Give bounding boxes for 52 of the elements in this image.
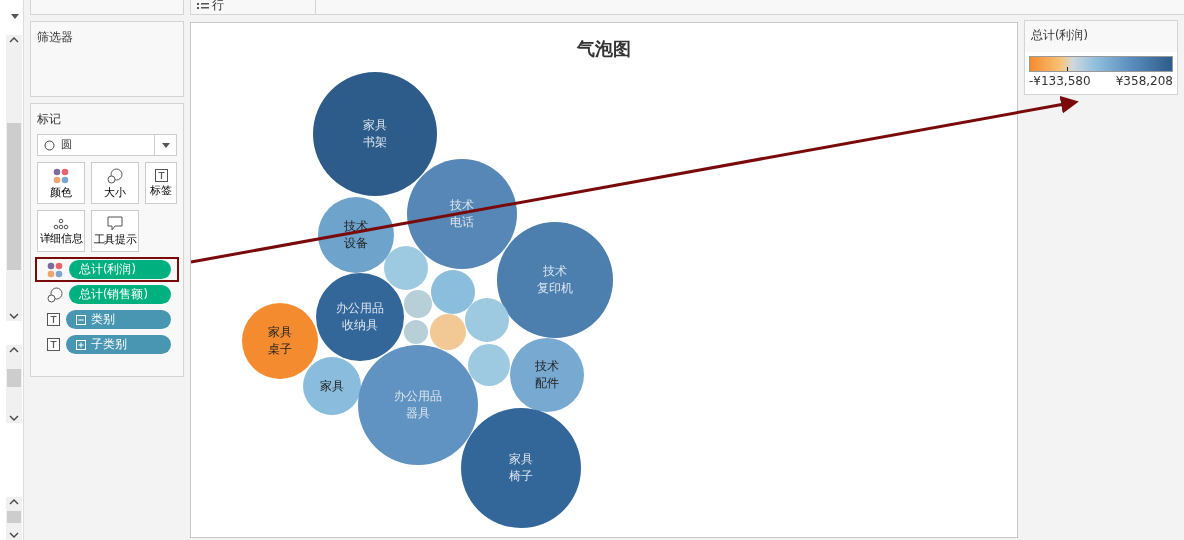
bubble-label: 技术 bbox=[450, 197, 474, 214]
legend-max-label: ¥358,208 bbox=[1115, 73, 1173, 91]
chart-title: 气泡图 bbox=[576, 37, 632, 61]
collapse-icon[interactable] bbox=[76, 314, 86, 325]
bubble-label: 家具 bbox=[320, 377, 344, 395]
scrollbar-thumb[interactable] bbox=[7, 369, 21, 388]
circle-icon bbox=[44, 139, 55, 151]
bubble-label: 技术 bbox=[344, 218, 368, 235]
color-dots-icon bbox=[47, 261, 63, 278]
bubble-label: 设备 bbox=[344, 235, 368, 252]
bubble-label: 电话 bbox=[450, 214, 474, 231]
bubble-label: 器具 bbox=[406, 405, 430, 422]
bubble-label: 桌子 bbox=[268, 341, 292, 358]
bubble-label: 技术 bbox=[535, 358, 559, 375]
legend-min-label: -¥133,580 bbox=[1029, 73, 1091, 91]
mark-card-button[interactable]: 标签 bbox=[145, 162, 177, 204]
shelf-label: 行 bbox=[212, 0, 224, 10]
mark-card-button[interactable]: 工具提示 bbox=[91, 210, 139, 252]
bubble-label: 办公用品 bbox=[336, 300, 384, 317]
bubble-label: 家具 bbox=[509, 451, 533, 468]
list-icon bbox=[197, 2, 209, 12]
dots-icon bbox=[53, 217, 69, 230]
bubble-label: 配件 bbox=[535, 375, 559, 392]
size-circles-icon bbox=[47, 286, 63, 303]
scrollbar-thumb[interactable] bbox=[7, 122, 21, 270]
bubble-label: 家具 bbox=[268, 324, 292, 341]
dropdown-caret-icon[interactable] bbox=[11, 14, 19, 19]
color-dots-icon bbox=[53, 167, 69, 184]
text-icon bbox=[47, 338, 60, 351]
expand-icon[interactable] bbox=[76, 339, 86, 350]
mark-card-button[interactable]: 颜色 bbox=[37, 162, 85, 204]
legend-title: 总计(利润) bbox=[1025, 21, 1177, 53]
bubble-label: 办公用品 bbox=[394, 388, 442, 405]
scrollbar-thumb[interactable] bbox=[7, 511, 21, 524]
scroll-down-icon[interactable] bbox=[8, 530, 20, 540]
bubble-label: 技术 bbox=[543, 263, 567, 280]
speech-bubble-icon bbox=[107, 216, 123, 232]
bubble-label: 复印机 bbox=[537, 280, 573, 297]
bubble-label: 书架 bbox=[363, 134, 387, 151]
mark-card-button[interactable]: 详细信息 bbox=[37, 210, 85, 252]
bubble-label: 家具 bbox=[363, 117, 387, 134]
filters-title: 筛选器 bbox=[36, 29, 74, 46]
bubble-label: 椅子 bbox=[509, 468, 533, 485]
text-icon bbox=[154, 169, 168, 183]
caret-icon bbox=[161, 142, 170, 148]
marks-title: 标记 bbox=[36, 111, 62, 128]
mark-type-dropdown[interactable]: 圆 bbox=[37, 134, 177, 156]
size-circles-icon bbox=[107, 167, 123, 184]
mark-type-label: 圆 bbox=[61, 136, 72, 153]
text-icon bbox=[47, 313, 60, 326]
bubble-label: 收纳具 bbox=[342, 317, 378, 334]
mark-card-button[interactable]: 大小 bbox=[91, 162, 139, 204]
